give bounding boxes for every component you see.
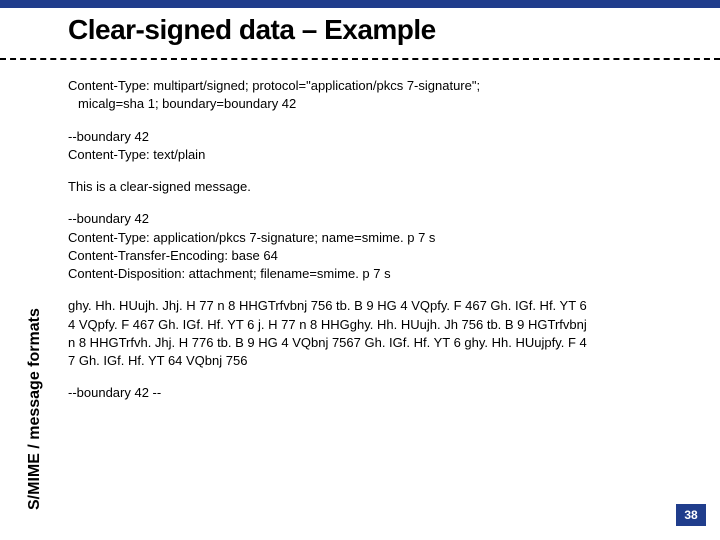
sidebar-label: S/MIME / message formats [26,308,44,510]
base64-data: ghy. Hh. HUujh. Jhj. H 77 n 8 HHGTrfvbnj… [68,298,688,314]
mime-boundary: --boundary 42 [68,129,688,145]
top-accent-bar [0,0,720,8]
mime-part-header: Content-Type: application/pkcs 7-signatu… [68,230,688,246]
slide-body: Content-Type: multipart/signed; protocol… [68,78,688,404]
base64-data: n 8 HHGTrfvh. Jhj. H 776 tb. B 9 HG 4 VQ… [68,335,688,351]
plain-message: This is a clear-signed message. [68,179,688,195]
page-number-badge: 38 [676,504,706,526]
slide-title: Clear-signed data – Example [68,14,436,46]
mime-header-line: Content-Type: multipart/signed; protocol… [68,78,688,94]
mime-part-header: Content-Disposition: attachment; filenam… [68,266,688,282]
mime-part-header: Content-Transfer-Encoding: base 64 [68,248,688,264]
divider-line [0,58,720,60]
base64-data: 7 Gh. IGf. Hf. YT 64 VQbnj 756 [68,353,688,369]
base64-data: 4 VQpfy. F 467 Gh. IGf. Hf. YT 6 j. H 77… [68,317,688,333]
mime-part-header: Content-Type: text/plain [68,147,688,163]
mime-boundary-end: --boundary 42 -- [68,385,688,401]
mime-boundary: --boundary 42 [68,211,688,227]
mime-header-line: micalg=sha 1; boundary=boundary 42 [68,96,688,112]
